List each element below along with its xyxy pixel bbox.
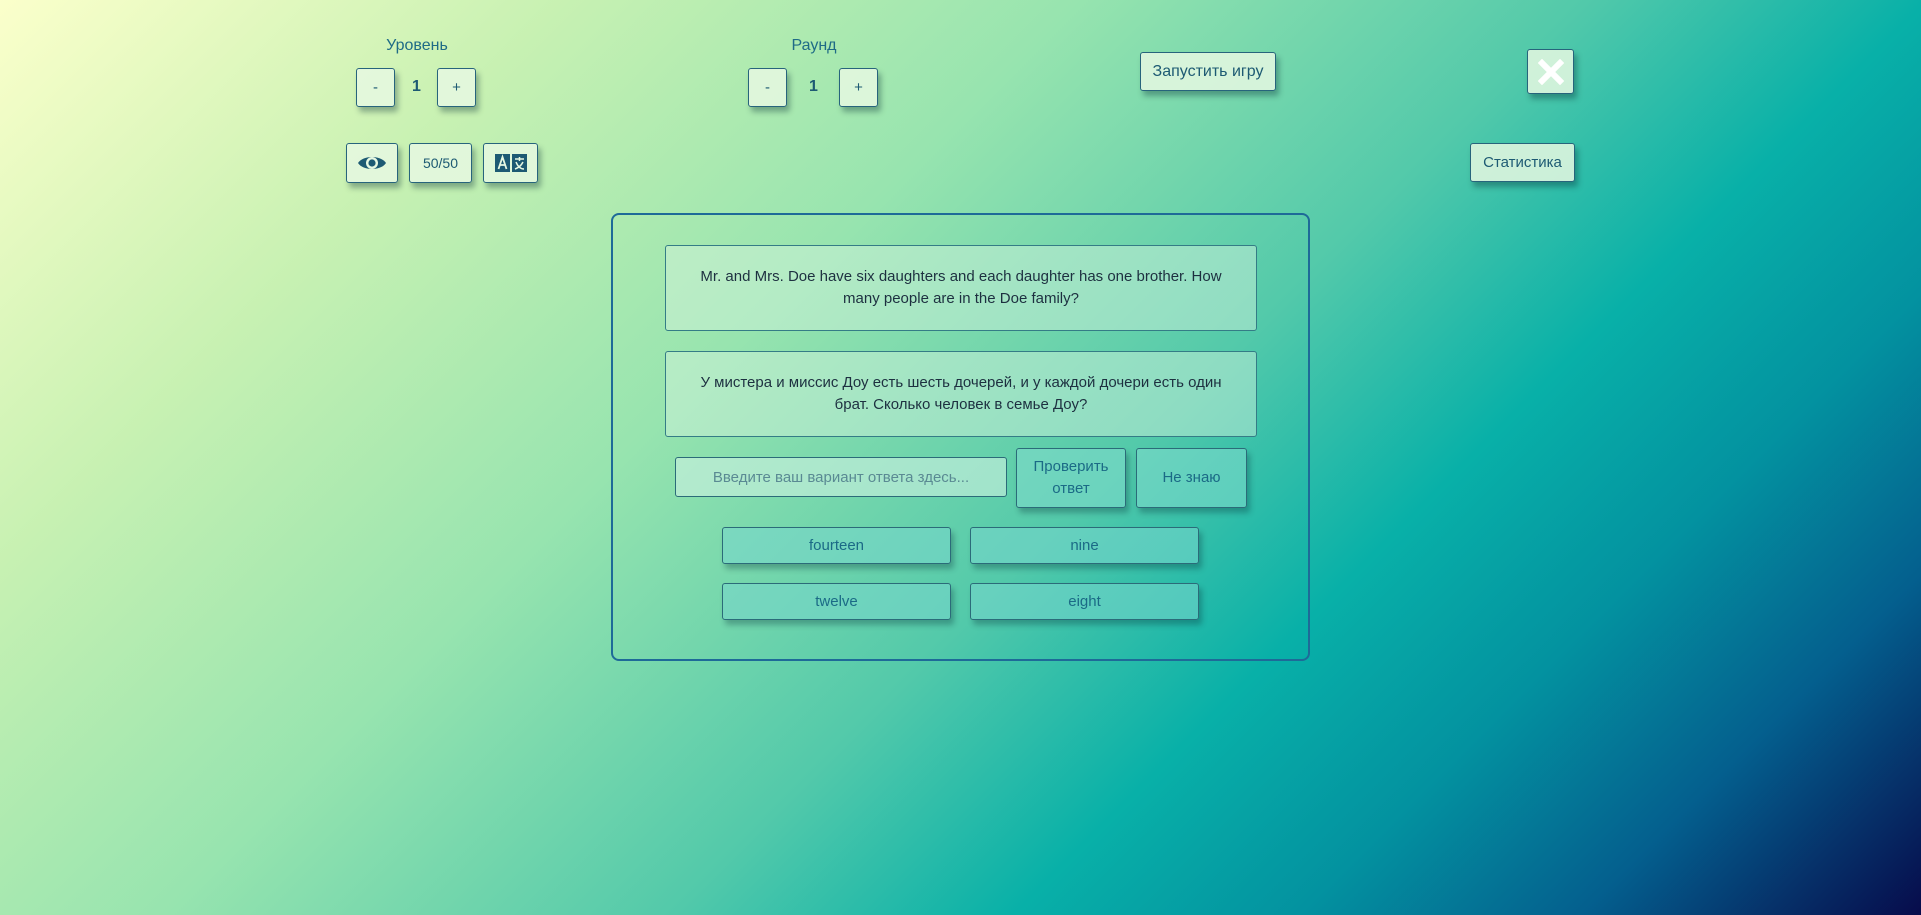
- statistics-button[interactable]: Статистика: [1470, 143, 1575, 182]
- close-icon: [1537, 58, 1564, 85]
- round-value: 1: [809, 78, 818, 95]
- level-increase-button[interactable]: +: [437, 68, 476, 107]
- question-russian: У мистера и миссис Доу есть шесть дочере…: [665, 351, 1257, 437]
- round-label: Раунд: [791, 37, 837, 54]
- level-decrease-button[interactable]: -: [356, 68, 395, 107]
- start-game-button[interactable]: Запустить игру: [1140, 52, 1276, 91]
- round-decrease-button[interactable]: -: [748, 68, 787, 107]
- translate-icon: [494, 154, 527, 172]
- option-button[interactable]: nine: [970, 527, 1199, 564]
- fifty-fifty-button[interactable]: 50/50: [409, 143, 472, 183]
- option-button[interactable]: twelve: [722, 583, 951, 620]
- answer-input[interactable]: [675, 457, 1007, 497]
- translate-button[interactable]: [483, 143, 538, 183]
- close-button[interactable]: [1527, 49, 1574, 94]
- check-answer-button[interactable]: Проверить ответ: [1016, 448, 1126, 508]
- show-answer-button[interactable]: [346, 143, 398, 183]
- round-increase-button[interactable]: +: [839, 68, 878, 107]
- level-label: Уровень: [386, 37, 448, 54]
- eye-icon: [357, 153, 387, 173]
- option-button[interactable]: eight: [970, 583, 1199, 620]
- question-card: Mr. and Mrs. Doe have six daughters and …: [611, 213, 1310, 661]
- option-button[interactable]: fourteen: [722, 527, 951, 564]
- dont-know-button[interactable]: Не знаю: [1136, 448, 1247, 508]
- level-value: 1: [412, 78, 421, 95]
- question-english: Mr. and Mrs. Doe have six daughters and …: [665, 245, 1257, 331]
